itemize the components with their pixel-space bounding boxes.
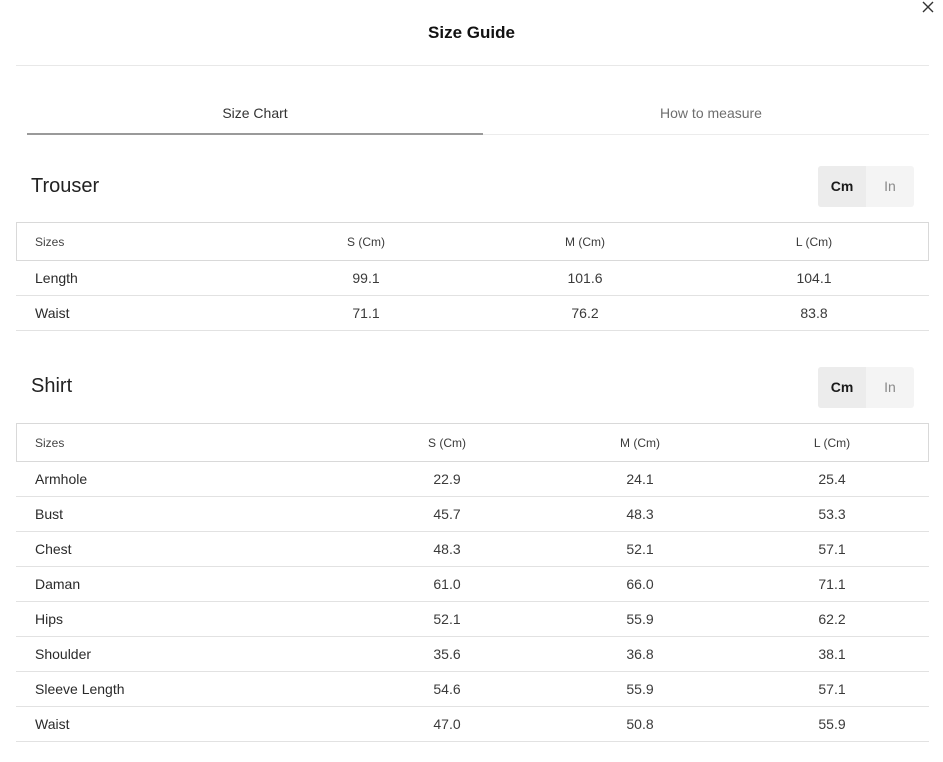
shirt-unit-cm-button[interactable]: Cm [818, 367, 866, 408]
header-divider [16, 65, 929, 66]
trouser-unit-toggle: Cm In [818, 166, 914, 207]
size-value-s: 61.0 [433, 576, 461, 592]
active-tab-indicator [27, 133, 483, 135]
header-cell: S (Cm) [347, 234, 385, 249]
size-value-s: 47.0 [433, 716, 461, 732]
size-value-m: 76.2 [571, 305, 599, 321]
size-value-m: 55.9 [626, 681, 654, 697]
size-value-l: 55.9 [818, 716, 846, 732]
header-cell: M (Cm) [620, 435, 660, 450]
header-cell: M (Cm) [565, 234, 605, 249]
table-row: Waist 47.0 50.8 55.9 [16, 707, 929, 742]
size-value-l: 104.1 [796, 270, 832, 286]
tab-how-to-measure[interactable]: How to measure [483, 96, 939, 134]
trouser-size-table: Sizes S (Cm) M (Cm) L (Cm) Length 99.1 101.6 10… [16, 222, 929, 331]
tabs-divider [483, 134, 929, 135]
table-row: Daman 61.0 66.0 71.1 [16, 567, 929, 602]
size-value-m: 55.9 [626, 611, 654, 627]
shirt-unit-in-button[interactable]: In [866, 367, 914, 408]
size-value-l: 53.3 [818, 506, 846, 522]
header-cell: Sizes [35, 435, 65, 450]
tab-bar: Size Chart How to measure [27, 96, 939, 136]
size-value-l: 71.1 [818, 576, 846, 592]
row-label: Hips [35, 611, 64, 627]
size-guide-modal: Size Guide Size Chart How to measure Tro… [0, 0, 943, 762]
table-row: Shoulder 35.6 36.8 38.1 [16, 637, 929, 672]
trouser-section-title: Trouser [31, 175, 100, 197]
size-value-s: 99.1 [352, 270, 380, 286]
row-label: Daman [35, 576, 81, 592]
header-cell: L (Cm) [795, 234, 833, 249]
size-value-l: 83.8 [800, 305, 828, 321]
size-value-l: 62.2 [818, 611, 846, 627]
size-value-m: 50.8 [626, 716, 654, 732]
row-label: Length [35, 270, 78, 286]
size-value-m: 36.8 [626, 646, 654, 662]
table-row: Sleeve Length 54.6 55.9 57.1 [16, 672, 929, 707]
table-row: Chest 48.3 52.1 57.1 [16, 532, 929, 567]
table-row: Armhole 22.9 24.1 25.4 [16, 462, 929, 497]
size-value-s: 54.6 [433, 681, 461, 697]
row-label: Chest [35, 541, 72, 557]
header-cell: Sizes [35, 234, 65, 249]
shirt-section-title: Shirt [31, 375, 73, 397]
header-cell: S (Cm) [428, 435, 466, 450]
table-header: Sizes S (Cm) M (Cm) L (Cm) [16, 222, 929, 261]
size-value-m: 101.6 [567, 270, 603, 286]
size-value-s: 22.9 [433, 471, 461, 487]
table-row: Bust 45.7 48.3 53.3 [16, 497, 929, 532]
table-row: Waist 71.1 76.2 83.8 [16, 296, 929, 331]
row-label: Bust [35, 506, 64, 522]
table-header: Sizes S (Cm) M (Cm) L (Cm) [16, 423, 929, 462]
table-row: Length 99.1 101.6 104.1 [16, 261, 929, 296]
size-value-s: 45.7 [433, 506, 461, 522]
size-value-l: 57.1 [818, 681, 846, 697]
table-row: Hips 52.1 55.9 62.2 [16, 602, 929, 637]
size-value-m: 52.1 [626, 541, 654, 557]
size-value-l: 38.1 [818, 646, 846, 662]
row-label: Armhole [35, 471, 88, 487]
size-value-l: 57.1 [818, 541, 846, 557]
size-value-s: 52.1 [433, 611, 461, 627]
close-button[interactable] [921, 0, 937, 14]
size-value-m: 66.0 [626, 576, 654, 592]
size-value-l: 25.4 [818, 471, 846, 487]
row-label: Shoulder [35, 646, 92, 662]
close-icon [921, 0, 937, 14]
size-value-s: 35.6 [433, 646, 461, 662]
size-value-m: 48.3 [626, 506, 654, 522]
modal-title: Size Guide [428, 23, 515, 42]
trouser-unit-cm-button[interactable]: Cm [818, 166, 866, 207]
row-label: Waist [35, 305, 70, 321]
header-cell: L (Cm) [813, 435, 851, 450]
row-label: Waist [35, 716, 70, 732]
size-value-s: 71.1 [352, 305, 380, 321]
row-label: Sleeve Length [35, 681, 125, 697]
trouser-unit-in-button[interactable]: In [866, 166, 914, 207]
size-value-m: 24.1 [626, 471, 654, 487]
tab-size-chart[interactable]: Size Chart [27, 96, 483, 134]
size-value-s: 48.3 [433, 541, 461, 557]
shirt-unit-toggle: Cm In [818, 367, 914, 408]
shirt-size-table: Sizes S (Cm) M (Cm) L (Cm) Armhole 22.9 24.1 25… [16, 423, 929, 742]
